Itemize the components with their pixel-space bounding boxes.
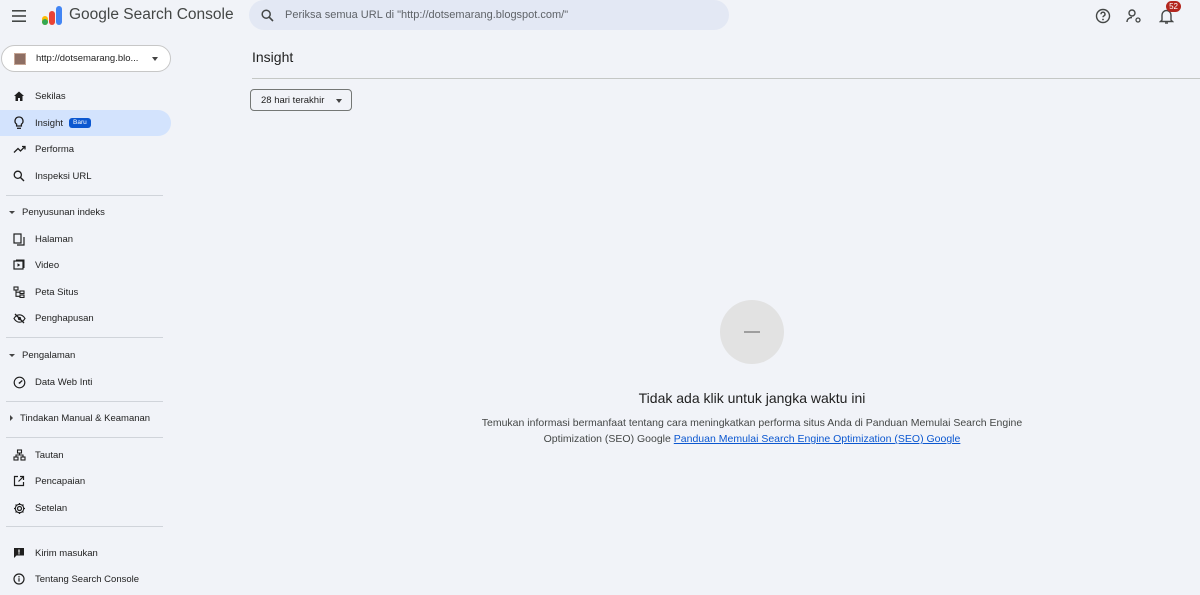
sidebar-divider: [6, 195, 163, 196]
help-button[interactable]: [1092, 5, 1114, 27]
sidebar-item-label: Setelan: [35, 502, 68, 514]
search-input[interactable]: [285, 9, 685, 21]
links-icon: [12, 448, 26, 462]
sidebar-item-inspeksi-url[interactable]: Inspeksi URL: [0, 163, 171, 189]
video-icon: [12, 258, 26, 272]
achievements-icon: [12, 474, 26, 488]
sidebar-item-label: Kirim masukan: [35, 547, 98, 559]
sidebar-item-performa[interactable]: Performa: [0, 136, 171, 162]
sitemap-icon: [12, 285, 26, 299]
speedometer-icon: [12, 375, 26, 389]
settings-icon: [12, 501, 26, 515]
caret-right-icon: [10, 415, 13, 421]
chevron-down-icon: [152, 57, 158, 61]
sidebar-divider: [6, 526, 163, 527]
property-selector[interactable]: http://dotsemarang.blo...: [1, 45, 171, 72]
url-inspection-search[interactable]: [249, 0, 729, 30]
sidebar-item-pencapaian[interactable]: Pencapaian: [0, 468, 171, 494]
dash-icon: [744, 331, 760, 333]
sidebar-divider: [6, 437, 163, 438]
notification-count-badge: 52: [1166, 1, 1181, 12]
sidebar-divider: [6, 337, 163, 338]
home-icon: [12, 89, 26, 103]
header-divider: [252, 78, 1200, 79]
sidebar-item-tautan[interactable]: Tautan: [0, 442, 171, 468]
section-pengalaman[interactable]: Pengalaman: [0, 345, 171, 365]
sidebar-item-sekilas[interactable]: Sekilas: [0, 83, 171, 109]
section-penyusunan-indeks[interactable]: Penyusunan indeks: [0, 202, 171, 222]
sidebar-item-label: Performa: [35, 143, 75, 155]
search-icon: [261, 8, 274, 22]
sidebar-item-data-web-inti[interactable]: Data Web Inti: [0, 369, 171, 395]
date-range-label: 28 hari terakhir: [261, 94, 325, 106]
sidebar-item-insight[interactable]: Insight Baru: [0, 110, 171, 136]
hamburger-menu-icon: [12, 10, 26, 22]
sidebar-item-label: Tentang Search Console: [35, 573, 140, 585]
sidebar-item-halaman[interactable]: Halaman: [0, 226, 171, 252]
sidebar-divider: [6, 401, 163, 402]
empty-state-title: Tidak ada klik untuk jangka waktu ini: [638, 390, 866, 406]
top-bar: Google Search Console 52: [0, 0, 1200, 34]
search-console-logo[interactable]: Google Search Console: [41, 4, 234, 26]
sidebar-item-kirim-masukan[interactable]: Kirim masukan: [0, 540, 171, 566]
sidebar-item-peta-situs[interactable]: Peta Situs: [0, 279, 171, 305]
sidebar-item-label: Tautan: [35, 449, 64, 461]
search-icon: [12, 169, 26, 183]
account-settings-button[interactable]: [1123, 5, 1145, 27]
search-console-logo-icon: [42, 6, 62, 25]
sidebar-item-label: Sekilas: [35, 90, 66, 102]
caret-down-icon: [9, 353, 15, 357]
page-title: Insight: [252, 49, 294, 65]
notifications-button[interactable]: 52: [1155, 1, 1181, 27]
sidebar-item-label: Insight: [35, 117, 63, 129]
sidebar-item-label: Halaman: [35, 233, 74, 245]
chevron-down-icon: [336, 99, 342, 103]
sidebar-item-label: Peta Situs: [35, 286, 79, 298]
manage-accounts-icon: [1126, 9, 1141, 23]
empty-state-icon: [720, 300, 784, 364]
sidebar-item-label: Inspeksi URL: [35, 170, 92, 182]
main-menu-button[interactable]: [9, 6, 29, 26]
sidebar-item-setelan[interactable]: Setelan: [0, 495, 171, 521]
caret-down-icon: [9, 210, 15, 214]
sidebar-item-video[interactable]: Video: [0, 252, 171, 278]
pages-icon: [12, 232, 26, 246]
date-range-dropdown[interactable]: 28 hari terakhir: [250, 89, 352, 111]
sidebar-item-label: Data Web Inti: [35, 376, 93, 388]
sidebar-item-tentang-search-console[interactable]: Tentang Search Console: [0, 566, 171, 592]
section-tindakan-manual-keamanan[interactable]: Tindakan Manual & Keamanan: [0, 408, 171, 428]
help-icon: [1095, 8, 1111, 24]
section-label: Tindakan Manual & Keamanan: [20, 412, 151, 424]
sidebar-item-label: Video: [35, 259, 60, 271]
section-label: Penyusunan indeks: [22, 206, 105, 218]
app-title: Google Search Console: [69, 6, 234, 23]
sidebar-item-label: Pencapaian: [35, 475, 86, 487]
trending-icon: [12, 142, 26, 156]
sidebar-item-label: Penghapusan: [35, 312, 94, 324]
new-badge: Baru: [69, 118, 91, 128]
property-label: http://dotsemarang.blo...: [36, 53, 139, 64]
feedback-icon: [12, 546, 26, 560]
empty-state-description: Temukan informasi bermanfaat tentang car…: [452, 415, 1052, 447]
info-icon: [12, 572, 26, 586]
removal-icon: [12, 311, 26, 325]
section-label: Pengalaman: [22, 349, 76, 361]
lightbulb-icon: [12, 116, 26, 130]
property-favicon-icon: [14, 52, 26, 65]
seo-guide-link[interactable]: Panduan Memulai Search Engine Optimizati…: [674, 433, 961, 445]
sidebar-item-penghapusan[interactable]: Penghapusan: [0, 305, 171, 331]
